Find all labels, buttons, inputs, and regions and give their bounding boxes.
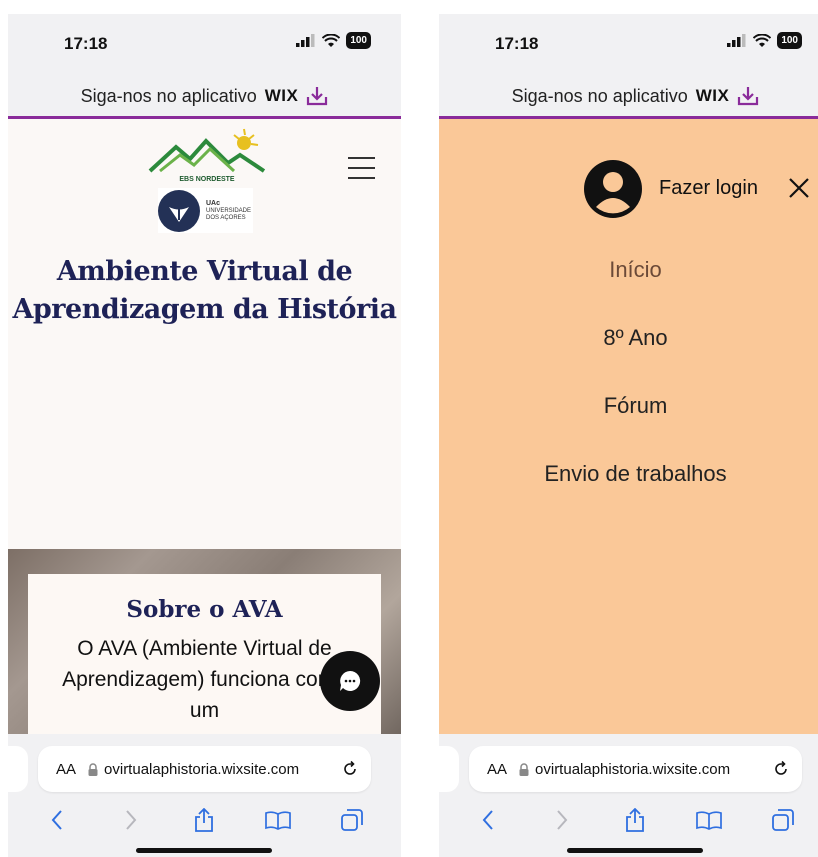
nav-item-inicio[interactable]: Início [439,257,818,283]
wix-app-banner[interactable]: Siga-nos no aplicativo WIX [439,76,818,119]
tabs-icon[interactable] [772,809,794,831]
banner-text: Siga-nos no aplicativo [511,85,688,106]
download-icon[interactable] [306,86,328,106]
phone-screen-right: 17:18 100 Siga-nos no aplicativo WIX Faz… [439,14,818,857]
chat-button[interactable] [320,651,380,711]
lock-icon [519,762,529,776]
ebs-nordeste-logo: EBS NORDESTE [148,128,266,183]
site-home: EBS NORDESTE UAc UNIVERSIDADE DOS AÇORES… [8,119,401,744]
wix-logo: WIX [264,86,299,105]
status-bar: 17:18 100 [439,14,818,76]
phone-screen-left: 17:18 100 Siga-nos no aplicativo WIX EBS… [8,14,401,857]
download-icon[interactable] [737,86,759,106]
back-icon[interactable] [50,809,64,831]
nav-item-envio-trabalhos[interactable]: Envio de trabalhos [439,461,818,487]
status-time: 17:18 [495,34,539,53]
back-icon[interactable] [481,809,495,831]
wifi-icon [753,34,772,47]
login-link[interactable]: Fazer login [659,177,758,200]
status-time: 17:18 [64,34,108,53]
bookmarks-icon[interactable] [265,810,292,830]
reload-icon[interactable] [341,760,359,778]
battery-icon: 100 [346,32,371,49]
share-icon[interactable] [194,808,214,832]
battery-icon: 100 [777,32,802,49]
home-indicator[interactable] [567,848,703,853]
uac-logo: UAc UNIVERSIDADE DOS AÇORES [158,188,253,233]
safari-bottom-bar: AA ovirtualaphistoria.wixsite.com [8,734,401,857]
signal-icon [727,34,746,47]
about-text: O AVA (Ambiente Virtual de Aprendizagem)… [62,637,347,722]
previous-tab-preview[interactable] [439,746,459,792]
wix-logo: WIX [695,86,730,105]
safari-toolbar [8,808,401,832]
page-title-line-1: Ambiente Virtual de [56,256,353,287]
address-bar[interactable]: AA ovirtualaphistoria.wixsite.com [38,746,371,792]
reader-settings-button[interactable]: AA [56,761,76,778]
share-icon[interactable] [625,808,645,832]
nav-item-8-ano[interactable]: 8º Ano [439,325,818,351]
tabs-icon[interactable] [341,809,363,831]
ebs-logo-text: EBS NORDESTE [179,176,235,183]
forward-icon[interactable] [555,809,569,831]
wifi-icon [322,34,341,47]
chat-bubble-icon [340,670,361,691]
hamburger-menu-icon[interactable] [348,157,375,187]
banner-text: Siga-nos no aplicativo [80,85,257,106]
signal-icon [296,34,315,47]
status-bar: 17:18 100 [8,14,401,76]
page-title-line-2: Aprendizagem da História [12,294,397,325]
reload-icon[interactable] [772,760,790,778]
close-icon[interactable] [788,177,810,199]
previous-tab-preview[interactable] [8,746,28,792]
status-icons: 100 [727,32,802,49]
address-bar[interactable]: AA ovirtualaphistoria.wixsite.com [469,746,802,792]
home-indicator[interactable] [136,848,272,853]
safari-bottom-bar: AA ovirtualaphistoria.wixsite.com [439,734,818,857]
reader-settings-button[interactable]: AA [487,761,507,778]
url-text: ovirtualaphistoria.wixsite.com [104,760,300,778]
wix-app-banner[interactable]: Siga-nos no aplicativo WIX [8,76,401,119]
url-text: ovirtualaphistoria.wixsite.com [535,760,731,778]
site-menu-overlay: Fazer login Início 8º Ano Fórum Envio de… [439,119,818,734]
safari-toolbar [439,808,818,832]
nav-item-forum[interactable]: Fórum [439,393,818,419]
lock-icon [88,762,98,776]
status-icons: 100 [296,32,371,49]
user-avatar-icon[interactable] [583,159,643,219]
uac-emblem-icon [158,189,200,232]
about-heading: Sobre o AVA [126,596,283,623]
page-title: Ambiente Virtual de Aprendizagem da Hist… [8,253,401,329]
forward-icon[interactable] [124,809,138,831]
uac-logo-text: UAc UNIVERSIDADE DOS AÇORES [206,199,252,221]
bookmarks-icon[interactable] [696,810,723,830]
